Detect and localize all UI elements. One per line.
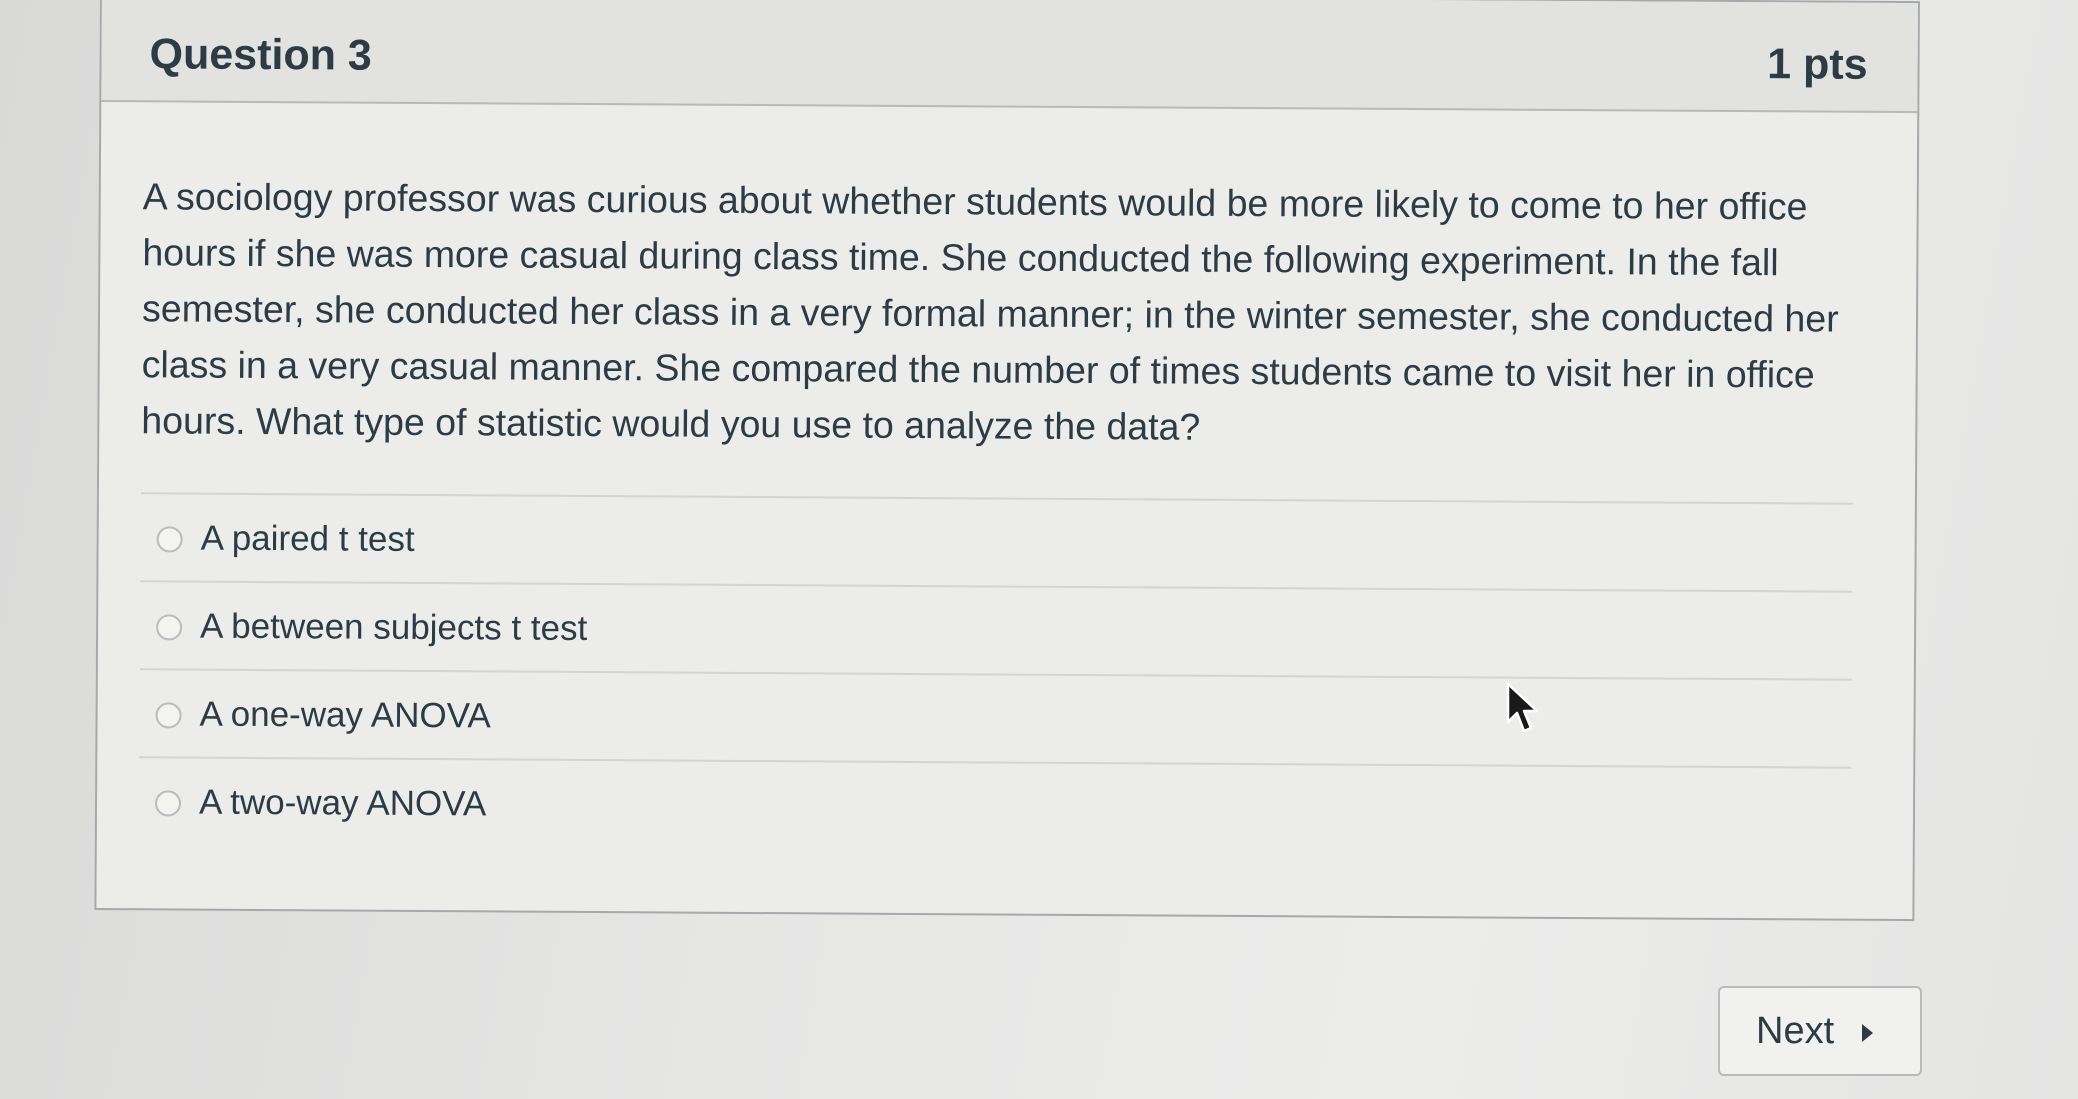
radio-button[interactable] — [156, 526, 183, 553]
answer-option[interactable]: A two-way ANOVA — [138, 756, 1852, 855]
mouse-pointer-icon — [1506, 682, 1539, 733]
radio-button[interactable] — [154, 790, 182, 817]
question-title: Question 3 — [149, 30, 372, 80]
answer-label[interactable]: A between subjects t test — [200, 607, 587, 649]
caret-right-icon[interactable] — [1862, 1024, 1873, 1042]
answer-list: A paired t test A between subjects t tes… — [138, 492, 1853, 855]
question-header: Question 3 1 pts — [101, 0, 1918, 114]
answer-label[interactable]: A two-way ANOVA — [199, 783, 486, 825]
answer-label[interactable]: A one-way ANOVA — [199, 695, 490, 737]
answer-option[interactable]: A between subjects t test — [139, 580, 1853, 679]
answer-option[interactable]: A one-way ANOVA — [139, 668, 1852, 767]
next-button-label[interactable]: Next — [1756, 1010, 1834, 1053]
question-text: A sociology professor was curious about … — [141, 175, 1839, 448]
question-points: 1 pts — [1767, 40, 1868, 89]
radio-button[interactable] — [156, 614, 183, 641]
answer-label[interactable]: A paired t test — [201, 519, 415, 560]
answer-option[interactable]: A paired t test — [140, 492, 1853, 591]
next-button[interactable]: Next — [1718, 986, 1922, 1076]
radio-button[interactable] — [155, 702, 182, 729]
question-card: Question 3 1 pts A sociology professor w… — [94, 0, 1920, 922]
